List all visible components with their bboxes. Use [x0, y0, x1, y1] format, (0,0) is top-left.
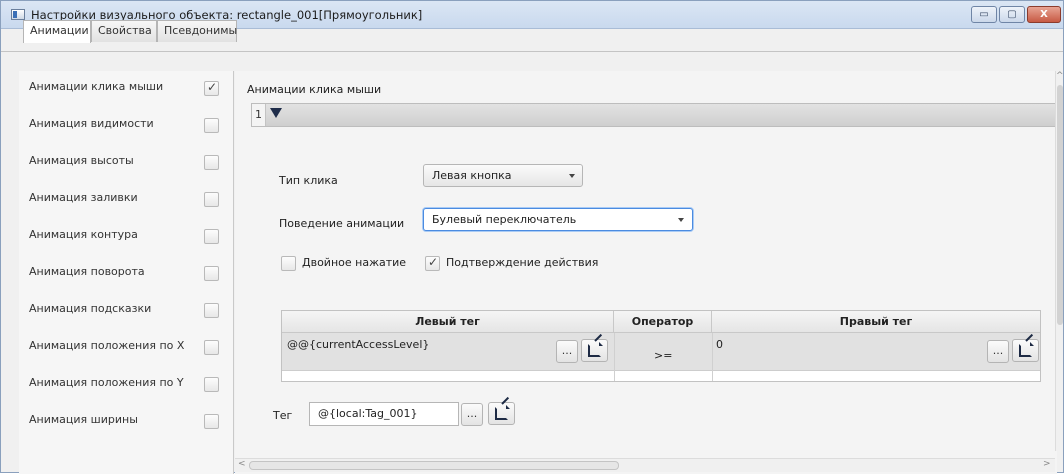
step-strip: 1: [251, 103, 1057, 127]
tag-label: Тег: [273, 409, 293, 422]
minimize-button[interactable]: ▭: [971, 6, 997, 23]
click-type-label: Тип клика: [279, 174, 338, 187]
external-link-icon: [1019, 342, 1034, 357]
animation-behavior-select[interactable]: Булевый переключатель: [423, 208, 693, 231]
tag-open-button[interactable]: [488, 402, 515, 425]
click-type-value: Левая кнопка: [432, 169, 512, 182]
tab-aliases[interactable]: Псевдонимы: [157, 20, 237, 42]
tag-table: Левый тег Оператор Правый тег @@{current…: [281, 310, 1041, 382]
confirm-action-checkbox[interactable]: [425, 255, 440, 271]
ellipsis-icon: ...: [466, 407, 478, 420]
list-item[interactable]: Анимация поворота: [19, 256, 234, 292]
tag-browse-button[interactable]: ...: [461, 403, 483, 426]
column-header-left-tag: Левый тег: [282, 311, 614, 333]
section-title: Анимации клика мыши: [247, 83, 382, 96]
column-header-right-tag: Правый тег: [712, 311, 1040, 333]
confirm-action-label: Подтверждение действия: [446, 256, 599, 269]
vertical-scroll-thumb[interactable]: [1057, 85, 1063, 325]
double-click-option[interactable]: Двойное нажатие: [281, 255, 411, 273]
settings-window: Настройки визуального объекта: rectangle…: [0, 0, 1064, 474]
animation-label: Анимация видимости: [29, 117, 154, 130]
external-link-icon: [588, 342, 603, 357]
animation-checkbox[interactable]: [204, 80, 219, 96]
click-type-select[interactable]: Левая кнопка: [423, 164, 583, 187]
maximize-button[interactable]: ▢: [999, 6, 1025, 23]
animation-checkbox[interactable]: [204, 155, 219, 170]
animation-checkbox[interactable]: [204, 340, 219, 355]
right-tag-cell[interactable]: 0: [716, 338, 723, 351]
animation-label: Анимация положения по X: [29, 339, 185, 352]
maximize-icon: ▢: [1007, 9, 1017, 20]
animation-label: Анимация ширины: [29, 413, 138, 426]
close-icon: X: [1040, 9, 1048, 20]
list-item[interactable]: Анимация контура: [19, 219, 234, 255]
chevron-down-icon: [678, 218, 684, 222]
chevron-down-icon: [569, 174, 575, 178]
double-click-label: Двойное нажатие: [302, 256, 407, 269]
tab-properties[interactable]: Свойства: [91, 20, 157, 42]
animation-settings-panel: Анимации клика мыши 1 Тип клика Левая кн…: [235, 71, 1057, 474]
animation-checkbox[interactable]: [204, 266, 219, 281]
ellipsis-icon: ...: [992, 344, 1004, 357]
list-item[interactable]: Анимация высоты: [19, 145, 234, 181]
right-tag-browse-button[interactable]: ...: [987, 340, 1009, 363]
list-item[interactable]: Анимация положения по X: [19, 330, 234, 366]
animation-label: Анимация положения по Y: [29, 376, 184, 389]
column-header-operator: Оператор: [614, 311, 712, 333]
animation-label: Анимация поворота: [29, 265, 145, 278]
animation-behavior-value: Булевый переключатель: [432, 213, 577, 226]
animation-checkbox[interactable]: [204, 377, 219, 392]
table-row[interactable]: @@{currentAccessLevel} ... >= 0 ...: [282, 333, 1040, 371]
external-link-icon: [495, 405, 510, 420]
confirm-action-option[interactable]: Подтверждение действия: [425, 255, 605, 273]
animation-label: Анимация высоты: [29, 154, 134, 167]
minimize-icon: ▭: [979, 9, 989, 20]
tab-animations[interactable]: Анимации: [23, 20, 91, 43]
double-click-checkbox[interactable]: [281, 256, 296, 271]
left-tag-cell[interactable]: @@{currentAccessLevel}: [287, 338, 429, 351]
window-icon: [11, 9, 25, 20]
dropdown-triangle-icon[interactable]: [270, 108, 282, 118]
animation-label: Анимация подсказки: [29, 302, 152, 315]
animation-label: Анимация заливки: [29, 191, 138, 204]
animation-checkbox[interactable]: [204, 229, 219, 244]
animation-label: Анимация контура: [29, 228, 138, 241]
horizontal-scroll-thumb[interactable]: [249, 461, 619, 470]
column-divider: [614, 333, 615, 381]
list-item[interactable]: Анимация подсказки: [19, 293, 234, 329]
animation-checkbox[interactable]: [204, 303, 219, 318]
list-item[interactable]: Анимация ширины: [19, 404, 234, 440]
animation-behavior-label: Поведение анимации: [279, 217, 405, 230]
close-button[interactable]: X: [1027, 6, 1061, 23]
list-item[interactable]: Анимации клика мыши: [19, 71, 234, 107]
right-tag-open-button[interactable]: [1012, 339, 1039, 362]
list-item[interactable]: Анимация видимости: [19, 108, 234, 144]
horizontal-scrollbar[interactable]: < >: [235, 458, 1055, 472]
column-divider: [712, 333, 713, 381]
animations-list: Анимации клика мыши Анимация видимости А…: [19, 71, 234, 474]
step-number[interactable]: 1: [252, 104, 266, 126]
left-tag-open-button[interactable]: [581, 339, 608, 362]
left-tag-browse-button[interactable]: ...: [556, 340, 578, 363]
operator-cell[interactable]: >=: [654, 349, 672, 362]
animation-label: Анимации клика мыши: [29, 80, 164, 93]
scroll-left-icon[interactable]: <: [238, 459, 246, 469]
list-item[interactable]: Анимация заливки: [19, 182, 234, 218]
ellipsis-icon: ...: [561, 344, 573, 357]
animation-checkbox[interactable]: [204, 414, 219, 429]
animation-checkbox[interactable]: [204, 192, 219, 207]
vertical-scrollbar[interactable]: ^: [1055, 71, 1064, 451]
scroll-up-icon[interactable]: ^: [1056, 71, 1064, 81]
scroll-right-icon[interactable]: >: [1043, 459, 1051, 469]
tag-input[interactable]: @{local:Tag_001}: [309, 402, 459, 426]
list-item[interactable]: Анимация положения по Y: [19, 367, 234, 403]
animation-checkbox[interactable]: [204, 118, 219, 133]
